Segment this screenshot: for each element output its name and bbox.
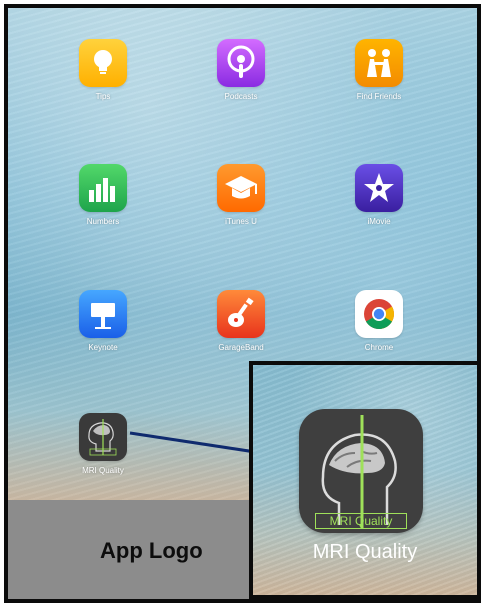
- mri-quality-badge: MRI Quality: [315, 513, 407, 529]
- zoomed-logo-panel: MRI Quality MRI Quality: [249, 361, 481, 599]
- zoomed-app-label: MRI Quality: [312, 541, 418, 563]
- mri-quality-logo-icon: MRI Quality: [299, 409, 423, 533]
